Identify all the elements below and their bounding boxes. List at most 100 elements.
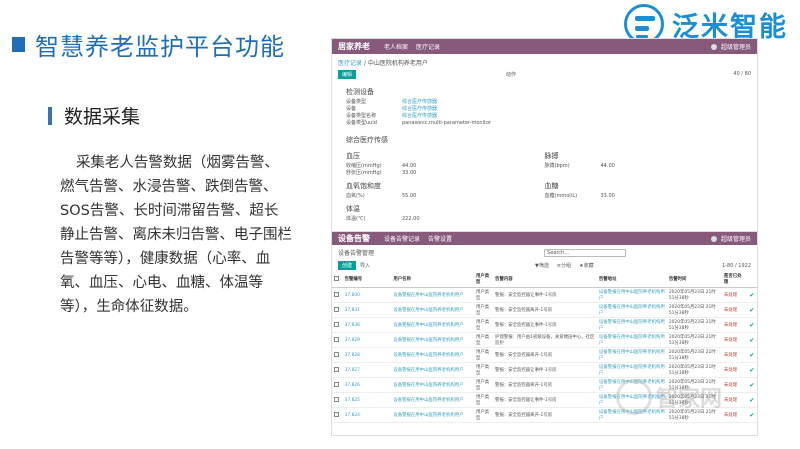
field-label: 血氧(%)	[346, 193, 365, 199]
table-cell: 设备警报在用中山医院养老机构用户	[391, 362, 474, 378]
table-cell: 未处理	[721, 392, 748, 408]
table-row[interactable]: 37,836 设备警报在用中山医院养老机构用户 用户类型 警报：安全监控器让事件-1号…	[332, 317, 757, 333]
table-cell: 用户类型	[473, 317, 494, 333]
table-row[interactable]: 37,800 设备警报在用中山医院养老机构用户 用户类型 警报：安全监控器让事件-1号…	[332, 287, 757, 303]
row-checkbox[interactable]	[334, 411, 339, 417]
table-row[interactable]: 37,829 设备警报在用中山医院养老机构用户 用户类型 护理警报：用户由1初级设备，…	[332, 332, 757, 348]
pager[interactable]: 1-80 / 1922	[722, 263, 751, 269]
field-value: 222.00	[402, 216, 420, 222]
check-icon: ✔	[749, 336, 755, 344]
table-cell: 用户类型	[473, 302, 494, 318]
action-dropdown[interactable]: 动作	[506, 71, 516, 78]
import-button[interactable]: 导入	[360, 262, 370, 269]
table-cell: 2020年05月23日 21时51分38秒	[666, 317, 722, 333]
table-cell: 设备警报在用中山医院养老机构用户	[391, 287, 474, 303]
row-checkbox[interactable]	[334, 336, 339, 342]
check-icon: ✔	[749, 366, 755, 374]
table-cell: 未处理	[721, 302, 748, 318]
field-label: 体温(℃)	[346, 216, 366, 222]
column-header[interactable]: 是否已处理	[721, 271, 748, 288]
table-cell: 警报：安全监控器让事件-1号房	[493, 287, 597, 303]
app-brand[interactable]: 居家养老	[338, 41, 370, 52]
table-cell: 未处理	[721, 332, 748, 348]
table-row[interactable]: 37,828 设备警报在用中山医院养老机构用户 用户类型 警报：安全监控器离开-1号房…	[332, 347, 757, 363]
avatar	[710, 43, 717, 50]
user-name: 超级管理员	[720, 236, 751, 243]
table-cell: 2020年05月23日 21时51分38秒	[666, 287, 722, 303]
column-header[interactable]: 用户类型	[473, 271, 494, 288]
check-icon: ✔	[749, 411, 755, 419]
field-value[interactable]: 综合医疗传感器	[402, 99, 437, 106]
user-name: 超级管理员	[720, 44, 751, 51]
table-cell: 未处理	[721, 287, 748, 303]
medical-record-screenshot: 居家养老 老人档案 医疗记录 超级管理员 医疗记录 / 中山医院机构养老用户 编…	[331, 38, 758, 234]
field-value: 44.00	[600, 163, 615, 169]
pulse-title: 脉搏	[544, 152, 559, 160]
user-menu[interactable]: 超级管理员	[710, 42, 751, 51]
table-cell: 设备警报在用中山医院养老机构用户	[391, 317, 474, 333]
table-cell: 未处理	[721, 317, 748, 333]
menu-item-alarm-records[interactable]: 设备告警记录	[384, 234, 420, 243]
menu-item-elder-profile[interactable]: 老人档案	[384, 42, 408, 51]
table-cell: 未处理	[721, 362, 748, 378]
table-cell: 设备警报在用中山医院养老机构用户	[596, 287, 667, 303]
row-checkbox[interactable]	[334, 306, 339, 312]
table-cell: 警报：安全监控器离开-1号房	[493, 407, 597, 423]
field-value[interactable]: 综合医疗传感器	[402, 113, 437, 120]
menu-item-alarm-settings[interactable]: 告警设置	[428, 234, 452, 243]
column-header[interactable]: 告警编号	[342, 271, 392, 288]
description-text: 采集老人告警数据（烟雾告警、燃气告警、水浸告警、跌倒告警、SOS告警、长时间滞留…	[60, 155, 292, 315]
check-icon: ✔	[749, 351, 755, 359]
field-value: 55.00	[402, 193, 417, 199]
watermark-icon	[616, 379, 652, 415]
column-header[interactable]: 告警内容	[493, 271, 597, 288]
select-all-checkbox[interactable]	[334, 275, 339, 281]
table-cell: 2020年05月23日 21时51分38秒	[666, 362, 722, 378]
table-cell: 警报：安全监控器离开-1号房	[493, 377, 597, 393]
table-cell: 用户类型	[473, 392, 494, 408]
app-brand[interactable]: 设备告警	[338, 233, 370, 244]
column-header[interactable]: 告警时间	[666, 271, 722, 288]
row-checkbox[interactable]	[334, 291, 339, 297]
table-cell: 用户类型	[473, 362, 494, 378]
search-input[interactable]: Search...	[544, 248, 627, 257]
table-cell: 用户类型	[473, 347, 494, 363]
app-navbar: 居家养老 老人档案 医疗记录 超级管理员	[332, 39, 757, 54]
table-cell: 设备警报在用中山医院养老机构用户	[391, 407, 474, 423]
field-value: 44.00	[402, 163, 417, 169]
table-row[interactable]: 37,831 设备警报在用中山医院养老机构用户 用户类型 警报：安全监控器离开-1号房…	[332, 302, 757, 318]
table-cell: 设备警报在用中山医院养老机构用户	[596, 362, 667, 378]
create-button[interactable]: 创建	[338, 261, 357, 270]
group-button[interactable]: ≡分组	[557, 262, 571, 269]
slide-title: 智慧养老监护平台功能	[12, 30, 285, 61]
table-cell: 设备警报在用中山医院养老机构用户	[596, 347, 667, 363]
avatar	[710, 235, 717, 242]
row-checkbox[interactable]	[334, 351, 339, 357]
breadcrumb-link[interactable]: 医疗记录	[338, 60, 362, 67]
column-header[interactable]: 告警地址	[596, 271, 667, 288]
title-bullet	[12, 36, 25, 52]
table-cell: 设备警报在用中山医院养老机构用户	[391, 347, 474, 363]
row-checkbox[interactable]	[334, 381, 339, 387]
field-value[interactable]: 综合医疗传感器	[402, 106, 437, 113]
table-row[interactable]: 37,827 设备警报在用中山医院养老机构用户 用户类型 警报：安全监控器让事件-1号…	[332, 362, 757, 378]
table-cell: 37,824	[342, 407, 392, 423]
table-cell: 设备警报在用中山医院养老机构用户	[391, 377, 474, 393]
edit-button[interactable]: 编辑	[338, 69, 357, 79]
table-cell: 2020年05月23日 21时51分38秒	[666, 302, 722, 318]
row-checkbox[interactable]	[334, 366, 339, 372]
pager[interactable]: 40 / 80	[733, 71, 751, 77]
row-checkbox[interactable]	[334, 321, 339, 327]
column-header[interactable]: 用户名称	[391, 271, 474, 288]
menu-item-medical-records[interactable]: 医疗记录	[416, 42, 440, 51]
table-cell: 未处理	[721, 407, 748, 423]
table-cell: 警报：安全监控器让事件-1号房	[493, 317, 597, 333]
favorites-button[interactable]: ★收藏	[579, 262, 593, 269]
filter-button[interactable]: ▼筛选	[535, 262, 549, 269]
page-title: 设备告警管理	[338, 250, 375, 257]
table-cell: 护理警报：用户由1初级设备，关爱楼层中心，社区监护	[493, 332, 597, 348]
check-icon: ✔	[749, 396, 755, 404]
table-cell: 37,828	[342, 347, 392, 363]
row-checkbox[interactable]	[334, 396, 339, 402]
user-menu[interactable]: 超级管理员	[710, 234, 751, 243]
